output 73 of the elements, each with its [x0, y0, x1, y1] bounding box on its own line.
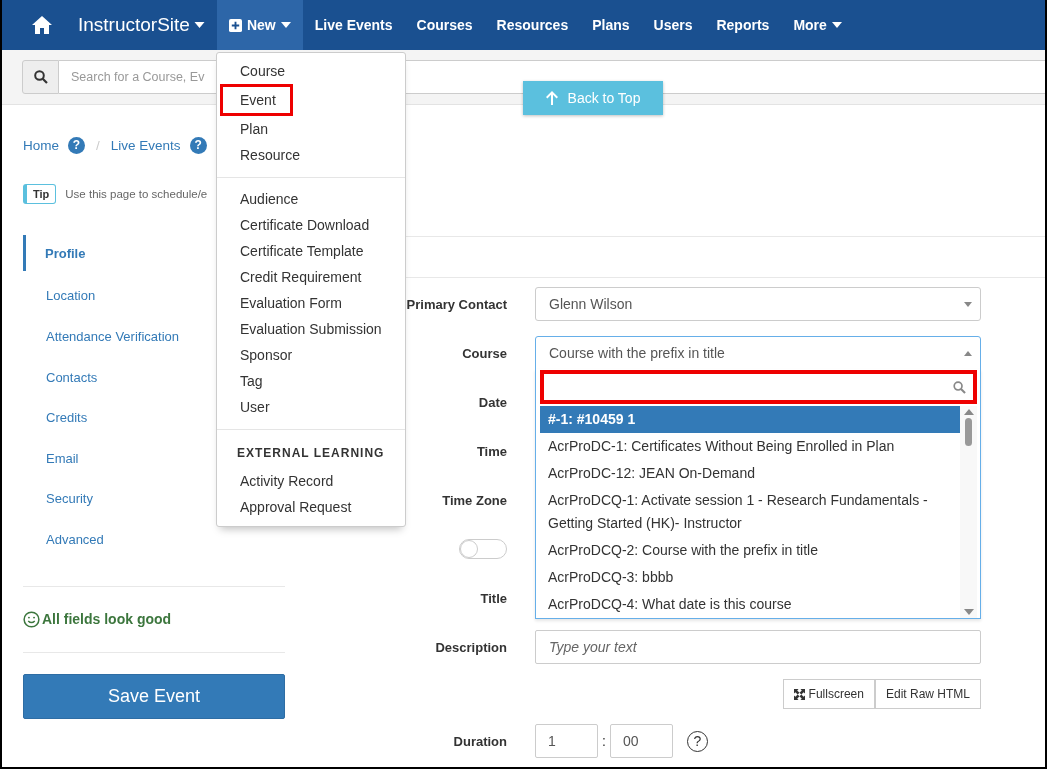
- menu-item[interactable]: Course: [220, 58, 306, 84]
- field-label: Date: [478, 394, 507, 410]
- caret-icon: [193, 22, 205, 28]
- menu-item[interactable]: Approval Request: [220, 494, 372, 520]
- tip-badge: Tip: [23, 184, 57, 204]
- caret-icon: [964, 350, 972, 356]
- menu-item[interactable]: Evaluation Form: [220, 290, 362, 316]
- editor-button[interactable]: Edit Raw HTML: [874, 679, 981, 709]
- dropdown-option[interactable]: #-1: #10459 1: [540, 406, 960, 433]
- nav-item[interactable]: Courses: [404, 0, 485, 50]
- home-icon[interactable]: [32, 16, 52, 34]
- description-field[interactable]: Type your text: [535, 630, 981, 664]
- caret-icon: [280, 22, 291, 28]
- help-icon[interactable]: ?: [189, 136, 207, 154]
- dropdown-option[interactable]: AcrProDCQ-2: Course with the prefix in title: [540, 537, 960, 564]
- menu-item[interactable]: Tag: [220, 368, 283, 394]
- menu-section-header: EXTERNAL LEARNING: [236, 445, 386, 462]
- minutes-field[interactable]: 00: [610, 724, 673, 758]
- save-button[interactable]: Save Event: [23, 673, 285, 719]
- menu-item[interactable]: Audience: [220, 186, 319, 212]
- menu-item[interactable]: Resource: [220, 142, 320, 168]
- field-label: Time Zone: [442, 492, 507, 508]
- menu-item[interactable]: Plan: [220, 116, 289, 142]
- dropdown-option[interactable]: AcrProDC-12: JEAN On-Demand: [540, 460, 960, 487]
- smiley-icon: [23, 610, 40, 628]
- plus-icon: [228, 18, 242, 32]
- search-icon: [33, 70, 48, 84]
- dropdown-option[interactable]: AcrProDCQ-4: What date is this course: [540, 591, 960, 618]
- field-label: Course: [462, 345, 507, 361]
- nav-item[interactable]: New: [216, 0, 303, 50]
- nav-item[interactable]: Live Events: [302, 0, 405, 50]
- scrollbar-thumb[interactable]: [965, 418, 972, 446]
- search-field[interactable]: [540, 370, 977, 404]
- caret-icon: [964, 301, 972, 307]
- validation-message: All fields look good: [42, 611, 172, 628]
- menu-item[interactable]: Evaluation Submission: [220, 316, 402, 342]
- tip-text: Use this page to schedule/e: [65, 188, 208, 200]
- select-field[interactable]: Glenn Wilson: [535, 287, 981, 321]
- expand-icon: [793, 688, 805, 700]
- site-menu[interactable]: InstructorSite: [78, 0, 205, 50]
- search-button[interactable]: [22, 60, 59, 94]
- editor-button[interactable]: Fullscreen: [782, 679, 875, 709]
- search-icon: [953, 380, 966, 394]
- nav-item[interactable]: Users: [641, 0, 705, 50]
- dropdown-option[interactable]: AcrProDCQ-3: bbbb: [540, 564, 960, 591]
- menu-item[interactable]: Certificate Download: [220, 212, 390, 238]
- menu-item[interactable]: Activity Record: [220, 468, 354, 494]
- field-label: Description: [435, 639, 507, 655]
- toggle-switch[interactable]: [459, 539, 507, 559]
- breadcrumb-separator: /: [96, 137, 100, 153]
- menu-item[interactable]: Event: [220, 84, 293, 116]
- nav-item[interactable]: Plans: [580, 0, 642, 50]
- breadcrumb-link[interactable]: Live Events: [110, 137, 181, 153]
- nav-item[interactable]: Resources: [484, 0, 581, 50]
- menu-item[interactable]: User: [220, 394, 290, 420]
- scroll-down-icon[interactable]: [963, 609, 974, 615]
- hours-field[interactable]: 1: [535, 724, 598, 758]
- field-label: Title: [480, 590, 507, 606]
- menu-item[interactable]: Sponsor: [220, 342, 313, 368]
- field-label: Time: [476, 443, 507, 459]
- caret-icon: [831, 22, 842, 28]
- help-icon[interactable]: ?: [68, 136, 85, 154]
- nav-item[interactable]: More: [781, 0, 854, 50]
- breadcrumb-link[interactable]: Home: [23, 137, 59, 153]
- field-label: Primary Contact: [406, 296, 507, 312]
- scroll-up-icon[interactable]: [963, 409, 974, 415]
- nav-item[interactable]: Reports: [704, 0, 782, 50]
- time-separator: :: [601, 733, 607, 749]
- sidebar-item[interactable]: Advanced: [23, 519, 285, 560]
- dropdown-option[interactable]: AcrProDC-1: Certificates Without Being Enrolled in Plan: [540, 433, 960, 460]
- field-label: Duration: [453, 733, 507, 749]
- dropdown-option[interactable]: AcrProDCQ-1: Activate session 1 - Research Fundamentals - Getting Started (HK)- Instructor: [540, 487, 960, 537]
- arrow-up-icon: [545, 91, 558, 105]
